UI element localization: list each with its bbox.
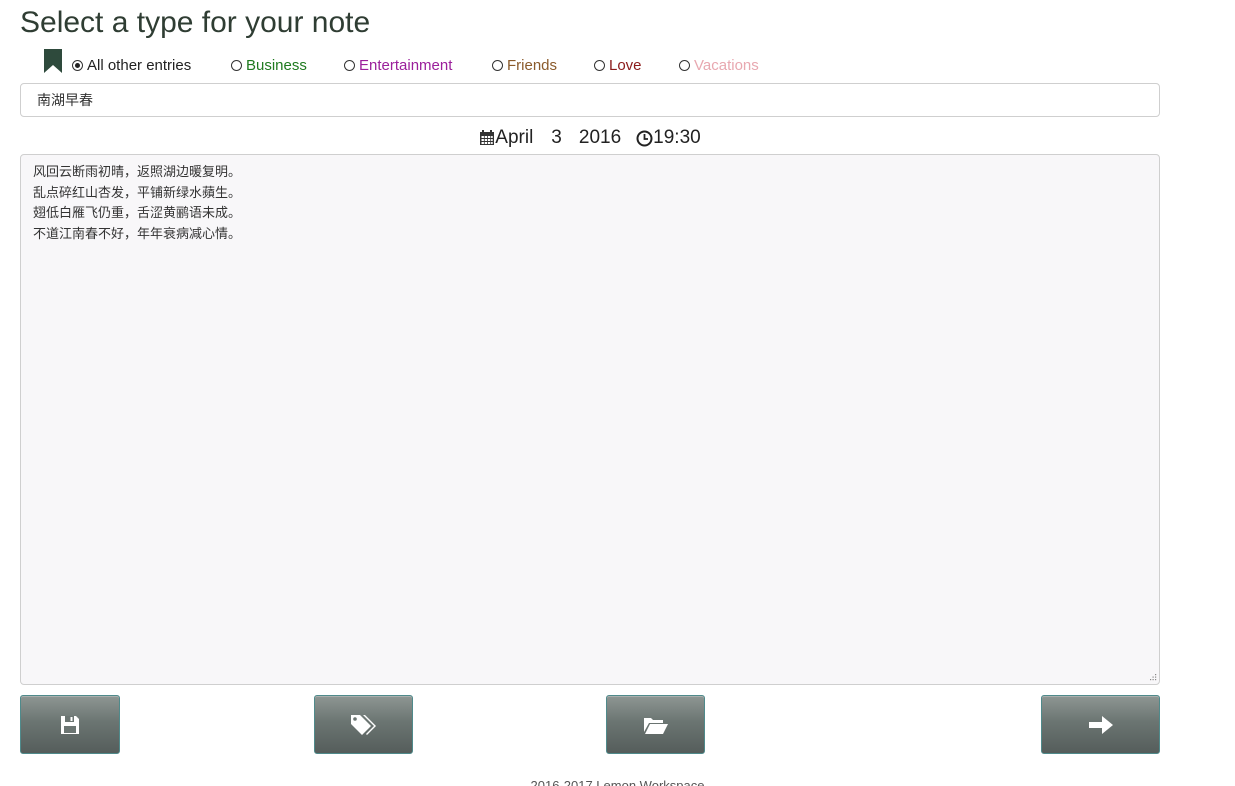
floppy-disk-icon <box>61 715 79 734</box>
arrow-right-icon <box>1088 715 1113 734</box>
time-group[interactable]: 19:30 <box>636 127 701 149</box>
type-option-entertainment[interactable]: Entertainment <box>344 57 452 74</box>
radio-all-other[interactable] <box>72 60 83 71</box>
tags-icon <box>350 714 376 735</box>
next-button[interactable] <box>1041 695 1160 754</box>
tags-button[interactable] <box>314 695 413 754</box>
radio-business[interactable] <box>231 60 242 71</box>
radio-entertainment[interactable] <box>344 60 355 71</box>
open-button[interactable] <box>606 695 705 754</box>
note-editor-page: Select a type for your note All other en… <box>0 0 1235 786</box>
folder-open-icon <box>643 717 668 734</box>
note-datetime: April 3 2016 19:30 <box>0 126 1180 150</box>
time-value: 19:30 <box>653 127 701 148</box>
type-label-friends: Friends <box>507 57 558 74</box>
date-year: 2016 <box>578 127 622 148</box>
radio-love[interactable] <box>594 60 605 71</box>
radio-vacations[interactable] <box>679 60 690 71</box>
radio-friends[interactable] <box>492 60 503 71</box>
type-label-all-other: All other entries <box>87 57 192 74</box>
footer-text: 2016-2017 Lemon Workspace <box>530 778 705 786</box>
clock-icon <box>636 130 653 146</box>
type-label-business: Business <box>246 57 307 74</box>
resize-grip-icon[interactable] <box>1148 673 1157 682</box>
date-day: 3 <box>551 127 562 148</box>
calendar-icon <box>480 130 495 145</box>
bookmark-icon <box>44 49 62 73</box>
type-option-all-other[interactable]: All other entries <box>72 57 191 74</box>
note-subject-input[interactable] <box>20 83 1160 117</box>
type-label-love: Love <box>609 57 642 74</box>
type-label-entertainment: Entertainment <box>359 57 453 74</box>
type-option-friends[interactable]: Friends <box>492 57 557 74</box>
date-month: April <box>495 127 534 148</box>
date-group[interactable]: April 3 2016 <box>479 127 621 149</box>
page-title: Select a type for your note <box>20 6 371 39</box>
type-option-business[interactable]: Business <box>231 57 307 74</box>
type-option-love[interactable]: Love <box>594 57 642 74</box>
note-body-textarea[interactable]: 风回云断雨初晴，返照湖边暖复明。 乱点碎红山杏发，平铺新绿水蘋生。 翅低白雁飞仍… <box>20 154 1160 685</box>
save-button[interactable] <box>20 695 120 754</box>
type-label-vacations: Vacations <box>694 57 759 74</box>
type-option-vacations[interactable]: Vacations <box>679 57 759 74</box>
